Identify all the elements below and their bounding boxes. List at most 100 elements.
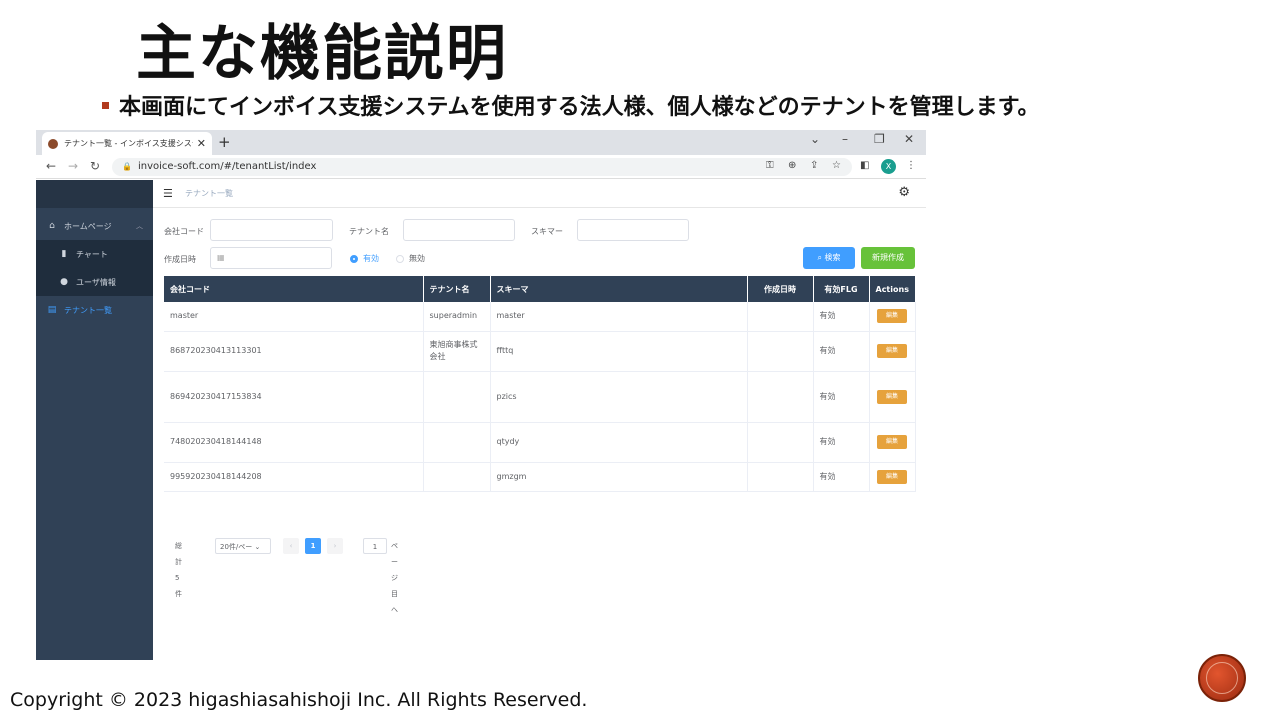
favicon-icon bbox=[48, 138, 58, 149]
chevron-down-icon: ⌄ bbox=[252, 543, 261, 551]
cell-valid-flag: 有効 bbox=[813, 371, 870, 423]
radio-unchecked-icon bbox=[396, 254, 404, 263]
edit-button[interactable]: 編集 bbox=[877, 309, 907, 324]
cell-company-code: 869420230417153834 bbox=[164, 371, 424, 423]
cell-schema: gmzgm bbox=[490, 462, 748, 492]
table-row: 748020230418144148 qtydy 有効 編集 bbox=[164, 422, 916, 463]
cell-tenant-name bbox=[423, 462, 491, 492]
radio-valid[interactable]: 有効 bbox=[350, 253, 379, 264]
cell-tenant-name: superadmin bbox=[423, 302, 491, 332]
column-header-actions: Actions bbox=[869, 276, 916, 302]
table-row: 869420230417153834 pzics 有効 編集 bbox=[164, 371, 916, 423]
radio-invalid-label: 無効 bbox=[409, 254, 425, 263]
cell-actions: 編集 bbox=[869, 302, 916, 332]
cell-created bbox=[747, 462, 814, 492]
page-jump-suffix: ページ目へ bbox=[391, 542, 398, 614]
schema-input[interactable] bbox=[577, 219, 689, 241]
cell-tenant-name bbox=[423, 371, 491, 423]
cell-valid-flag: 有効 bbox=[813, 302, 870, 332]
close-window-icon[interactable]: ✕ bbox=[904, 132, 914, 146]
url-input[interactable]: 🔒 invoice-soft.com/#/tenantList/index bbox=[112, 158, 852, 176]
home-icon: ⌂ bbox=[49, 221, 55, 231]
cell-tenant-name bbox=[423, 422, 491, 463]
prev-page-button[interactable]: ‹ bbox=[283, 538, 299, 554]
cell-schema: ffttq bbox=[490, 331, 748, 372]
company-code-label: 会社コード bbox=[164, 227, 204, 236]
sidebar-item-tenant-list[interactable]: ▤ テナント一覧 bbox=[36, 296, 153, 324]
pagination-total: 総計 5 件 bbox=[175, 542, 182, 598]
column-header-tenant-name[interactable]: テナント名 bbox=[423, 276, 491, 302]
page-size-select[interactable]: 20件/ペー ⌄ bbox=[215, 538, 271, 554]
cell-actions: 編集 bbox=[869, 331, 916, 372]
cell-schema: qtydy bbox=[490, 422, 748, 463]
sidebar-item-user-info[interactable]: ● ユーザ情報 bbox=[36, 268, 153, 296]
forward-arrow-icon[interactable]: → bbox=[68, 159, 78, 173]
hamburger-icon[interactable]: ☰ bbox=[163, 187, 173, 200]
cell-schema: master bbox=[490, 302, 748, 332]
created-date-picker[interactable]: ▦ bbox=[210, 247, 332, 269]
tenant-name-input[interactable] bbox=[403, 219, 515, 241]
cell-company-code: 748020230418144148 bbox=[164, 422, 424, 463]
bookmark-star-icon[interactable]: ☆ bbox=[832, 160, 841, 171]
column-header-schema[interactable]: スキーマ bbox=[490, 276, 748, 302]
side-panel-icon[interactable]: ◧ bbox=[860, 160, 869, 171]
edit-button[interactable]: 編集 bbox=[877, 469, 907, 484]
search-button-label: 検索 bbox=[824, 253, 841, 262]
cell-actions: 編集 bbox=[869, 371, 916, 423]
tab-search-icon[interactable]: ⌄ bbox=[810, 132, 820, 146]
menu-kebab-icon[interactable]: ⋮ bbox=[906, 160, 916, 171]
copyright-footer: Copyright © 2023 higashiasahishoji Inc. … bbox=[10, 689, 588, 711]
edit-button[interactable]: 編集 bbox=[877, 344, 907, 358]
sidebar-item-label: ユーザ情報 bbox=[76, 277, 116, 287]
bullet-square-icon bbox=[102, 101, 109, 109]
search-button[interactable]: ⌕ 検索 bbox=[803, 247, 855, 269]
cell-company-code: 995920230418144208 bbox=[164, 462, 424, 492]
sidebar-item-label: テナント一覧 bbox=[64, 305, 112, 315]
sidebar-item-label: ホームページ bbox=[64, 221, 112, 231]
calendar-icon: ▦ bbox=[217, 253, 225, 262]
cell-actions: 編集 bbox=[869, 422, 916, 463]
chevron-up-icon: ︿ bbox=[136, 222, 143, 230]
restore-icon[interactable]: ❐ bbox=[874, 132, 885, 146]
edit-button[interactable]: 編集 bbox=[877, 389, 907, 404]
sidebar-item-chart[interactable]: ▮ チャート bbox=[36, 240, 153, 268]
tab-title: テナント一覧 - インボイス支援システム bbox=[64, 139, 193, 148]
reload-icon[interactable]: ↻ bbox=[90, 159, 100, 173]
sidebar-item-home[interactable]: ⌂ ホームページ ︿ bbox=[36, 212, 153, 240]
cell-actions: 編集 bbox=[869, 462, 916, 492]
main-content: 会社コード テナント名 スキマー 作成日時 ▦ 有効 無効 ⌕ 検索 新規作成 … bbox=[153, 208, 926, 660]
new-tenant-button[interactable]: 新規作成 bbox=[861, 247, 915, 269]
page-jump-input[interactable]: 1 bbox=[363, 538, 387, 554]
tab-close-icon[interactable]: ✕ bbox=[197, 137, 206, 150]
back-arrow-icon[interactable]: ← bbox=[46, 159, 56, 173]
key-icon[interactable]: ⚿ bbox=[766, 160, 774, 171]
radio-checked-icon bbox=[350, 254, 358, 263]
minimize-icon[interactable]: – bbox=[842, 132, 848, 146]
radio-invalid[interactable]: 無効 bbox=[396, 253, 425, 264]
slide-title: 主な機能説明 bbox=[136, 19, 508, 89]
breadcrumb: テナント一覧 bbox=[185, 189, 233, 198]
cell-company-code: 868720230413113301 bbox=[164, 331, 424, 372]
cell-valid-flag: 有効 bbox=[813, 462, 870, 492]
column-header-company-code[interactable]: 会社コード bbox=[164, 276, 424, 302]
new-tab-button[interactable]: + bbox=[218, 133, 231, 151]
zoom-icon[interactable]: ⊕ bbox=[788, 160, 796, 171]
browser-tab[interactable]: テナント一覧 - インボイス支援システム ✕ bbox=[42, 132, 212, 155]
edit-button[interactable]: 編集 bbox=[877, 435, 907, 449]
tab-bar: テナント一覧 - インボイス支援システム ✕ + ⌄ – ❐ ✕ bbox=[36, 130, 926, 155]
page-number-current[interactable]: 1 bbox=[305, 538, 321, 554]
lock-icon: 🔒 bbox=[122, 162, 132, 171]
column-header-created[interactable]: 作成日時 bbox=[747, 276, 814, 302]
cell-valid-flag: 有効 bbox=[813, 422, 870, 463]
schema-label: スキマー bbox=[531, 227, 563, 236]
share-icon[interactable]: ⇪ bbox=[810, 160, 818, 171]
column-header-valid-flag[interactable]: 有効FLG bbox=[813, 276, 870, 302]
slide-bullet: 本画面にてインボイス支援システムを使用する法人様、個人様などのテナントを管理しま… bbox=[102, 92, 1039, 122]
company-code-input[interactable] bbox=[210, 219, 333, 241]
sidebar-item-label: チャート bbox=[76, 249, 108, 259]
page-size-value: 20件/ペー bbox=[220, 543, 253, 551]
next-page-button[interactable]: › bbox=[327, 538, 343, 554]
gear-icon[interactable]: ⚙ bbox=[898, 185, 910, 200]
profile-avatar[interactable]: X bbox=[881, 159, 896, 174]
table-row: 868720230413113301 東旭商事株式会社 ffttq 有効 編集 bbox=[164, 331, 916, 372]
